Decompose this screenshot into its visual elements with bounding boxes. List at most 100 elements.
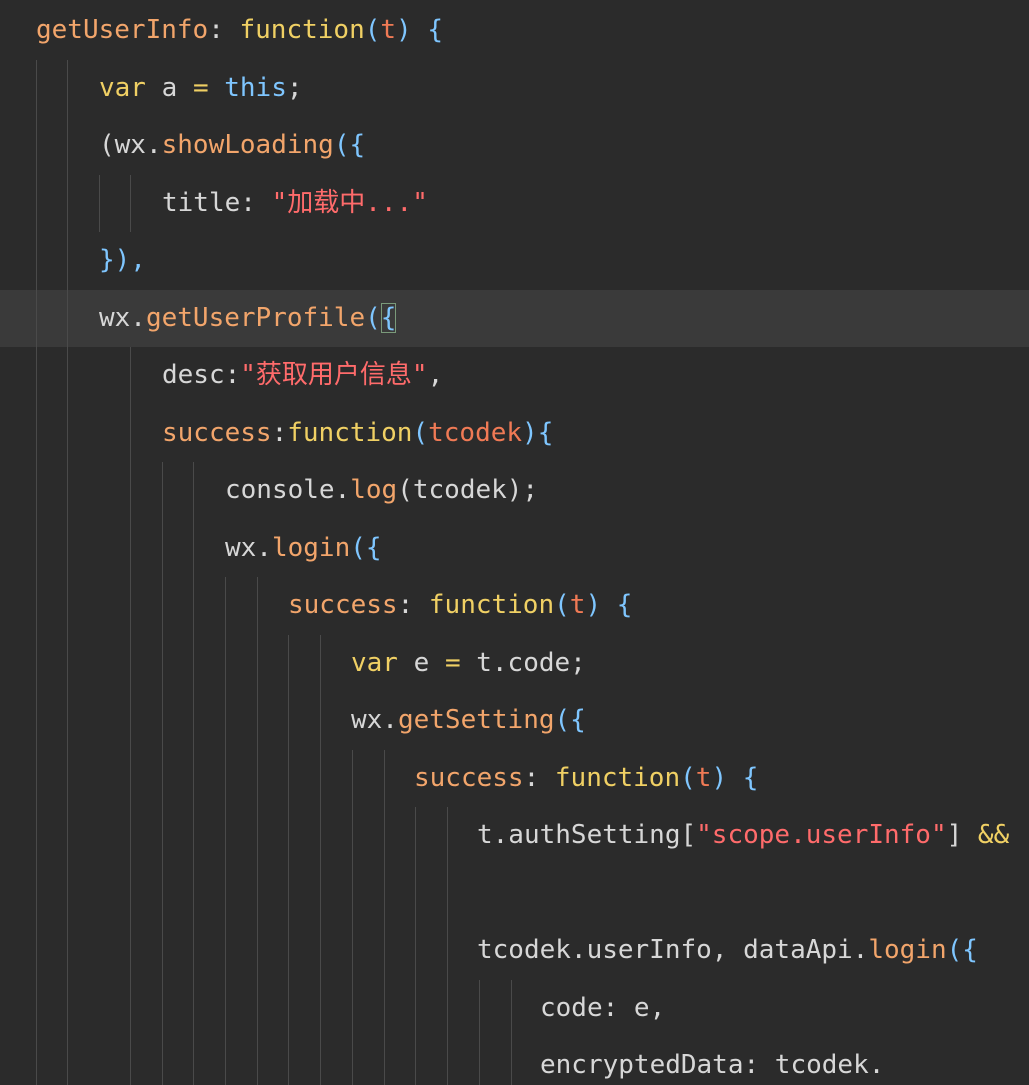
- code-token: :: [271, 417, 288, 448]
- code-line[interactable]: success:function(tcodek){: [162, 405, 553, 462]
- code-token: e: [397, 647, 445, 678]
- indent-guide: [320, 634, 321, 1085]
- code-token: (: [364, 15, 381, 45]
- code-line[interactable]: encryptedData: tcodek.: [540, 1037, 884, 1085]
- code-token: ]: [946, 820, 978, 850]
- code-token: function: [287, 417, 413, 448]
- code-token: showLoading: [161, 130, 334, 160]
- code-token: "获取用户信息": [240, 360, 428, 390]
- code-token: var: [99, 72, 146, 103]
- code-token: function: [239, 15, 365, 45]
- code-line[interactable]: title: "加载中...": [162, 175, 428, 232]
- code-line[interactable]: var e = t.code;: [351, 635, 586, 692]
- code-line[interactable]: wx.getUserProfile({: [99, 290, 397, 347]
- code-token: desc:: [162, 360, 241, 390]
- code-token: code: e,: [540, 992, 666, 1023]
- code-token: t: [380, 15, 397, 45]
- code-token: getSetting: [397, 705, 555, 735]
- code-line[interactable]: (wx.showLoading({: [99, 117, 365, 174]
- code-token: function: [428, 590, 555, 620]
- code-token: getUserProfile: [145, 302, 366, 333]
- code-token: ({: [350, 532, 382, 563]
- code-line[interactable]: wx.getSetting({: [351, 692, 586, 749]
- code-line[interactable]: tcodek.userInfo, dataApi.login({: [477, 922, 978, 979]
- code-token: console.: [225, 475, 351, 505]
- indent-guide: [479, 979, 480, 1085]
- code-token: "加载中...": [271, 187, 428, 218]
- code-token: {: [742, 762, 759, 793]
- code-line[interactable]: var a = this;: [99, 60, 303, 117]
- code-token: {: [380, 302, 397, 333]
- indent-guide: [36, 59, 37, 1085]
- code-token: a: [145, 72, 193, 103]
- indent-guide: [99, 174, 100, 232]
- code-line[interactable]: desc:"获取用户信息",: [162, 347, 443, 404]
- indent-guide: [288, 634, 289, 1085]
- indent-guide: [225, 577, 226, 1085]
- code-line[interactable]: code: e,: [540, 980, 665, 1037]
- code-token: (tcodek);: [397, 475, 539, 505]
- code-token: t: [695, 762, 712, 793]
- indent-guide: [447, 807, 448, 1085]
- code-token: t.authSetting[: [477, 820, 697, 850]
- code-token: ({: [333, 130, 366, 160]
- indent-guide: [130, 174, 131, 232]
- code-line[interactable]: success: function(t) {: [414, 750, 758, 807]
- code-token: ): [396, 15, 428, 45]
- indent-guide: [193, 462, 194, 1085]
- code-token: (: [554, 590, 570, 620]
- code-token: ({: [946, 935, 978, 965]
- indent-guide: [130, 347, 131, 1085]
- code-token: success: [288, 590, 398, 620]
- code-token: ({: [554, 705, 586, 735]
- code-line[interactable]: wx.login({: [225, 520, 382, 577]
- code-token: :: [397, 590, 429, 620]
- code-token: =: [192, 72, 209, 103]
- code-token: wx.: [225, 532, 272, 563]
- indent-guide: [352, 749, 353, 1085]
- code-line[interactable]: console.log(tcodek);: [225, 462, 538, 519]
- code-editor[interactable]: getUserInfo: function(t) {var a = this;(…: [0, 0, 1029, 1085]
- code-token: encryptedData: tcodek.: [540, 1050, 885, 1080]
- code-token: success: [414, 762, 524, 793]
- code-token: {: [616, 590, 633, 620]
- code-token: t.code;: [460, 647, 586, 678]
- code-line[interactable]: getUserInfo: function(t) {: [36, 2, 443, 59]
- code-token: this: [224, 72, 287, 103]
- indent-guide: [257, 577, 258, 1085]
- code-token: (wx.: [99, 130, 162, 160]
- code-token: }),: [99, 245, 146, 275]
- code-token: t: [569, 590, 586, 620]
- code-token: ){: [522, 417, 554, 448]
- code-token: =: [444, 647, 461, 678]
- code-token: ): [711, 762, 743, 793]
- code-line[interactable]: success: function(t) {: [288, 577, 632, 634]
- code-token: success: [162, 417, 272, 448]
- code-token: getUserInfo: [36, 15, 209, 45]
- code-token: ,: [427, 360, 444, 390]
- indent-guide: [511, 979, 512, 1085]
- code-token: (: [412, 417, 429, 448]
- code-token: log: [350, 475, 398, 505]
- code-line[interactable]: }),: [99, 232, 146, 289]
- code-token: {: [427, 15, 444, 45]
- code-token: tcodek: [428, 417, 523, 448]
- code-token: &&: [977, 820, 1010, 850]
- code-line[interactable]: t.authSetting["scope.userInfo"] &&: [477, 807, 1009, 864]
- code-token: (: [365, 302, 381, 333]
- code-token: login: [271, 532, 351, 563]
- code-token: tcodek.userInfo, dataApi.: [477, 935, 869, 965]
- code-token: :: [208, 15, 240, 45]
- indent-guide: [67, 59, 68, 1085]
- indent-guide: [415, 807, 416, 1085]
- code-token: "scope.userInfo": [696, 820, 947, 850]
- code-token: wx.: [99, 302, 146, 333]
- indent-guide: [384, 749, 385, 1085]
- code-token: title:: [162, 187, 272, 218]
- indent-guide: [162, 462, 163, 1085]
- code-token: login: [868, 935, 947, 965]
- code-token: var: [351, 647, 398, 678]
- code-token: :: [523, 762, 555, 793]
- code-token: ;: [286, 72, 303, 103]
